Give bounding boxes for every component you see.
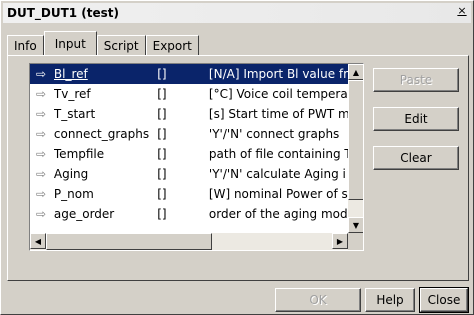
parameter-unit: [] — [157, 107, 167, 121]
parameter-unit: [] — [157, 127, 167, 141]
parameter-description: [N/A] Import Bl value fr — [208, 67, 348, 81]
parameter-unit: [] — [157, 87, 167, 101]
list-item[interactable]: ⇨ Bl_ref [] [N/A] Import Bl value fr — [30, 64, 348, 84]
parameter-name: Aging — [53, 167, 89, 181]
arrow-right-icon: ⇨ — [36, 107, 47, 121]
arrow-right-icon: ⇨ — [36, 207, 47, 221]
parameter-description: [°C] Voice coil temperat — [208, 87, 348, 101]
list-rows: ⇨ Bl_ref [] [N/A] Import Bl value fr ⇨ Tv_ref… — [30, 64, 348, 233]
list-item[interactable]: ⇨ P_nom [] [W] nominal Power of s — [30, 184, 348, 204]
parameter-name: connect_graphs — [53, 127, 150, 141]
arrow-right-icon: ⇨ — [36, 127, 47, 141]
parameter-name: age_order — [53, 207, 115, 221]
title-bar[interactable]: DUT_DUT1 (test) × — [3, 3, 471, 23]
arrow-right-icon: ⇨ — [36, 87, 47, 101]
parameter-unit: [] — [157, 167, 167, 181]
list-item[interactable]: ⇨ connect_graphs [] 'Y'/'N' connect graphs — [30, 124, 348, 144]
parameter-name: Tempfile — [53, 147, 105, 161]
parameter-name: P_nom — [53, 187, 94, 201]
parameter-description: path of file containing T — [208, 147, 348, 161]
scrollbar-corner — [348, 233, 363, 250]
window-title: DUT_DUT1 (test) — [7, 6, 120, 20]
parameter-name: Tv_ref — [53, 87, 91, 101]
list-item[interactable]: ⇨ Aging [] 'Y'/'N' calculate Aging i — [30, 164, 348, 184]
parameter-description: [s] Start time of PWT m — [208, 107, 348, 121]
tab-input[interactable]: Input — [43, 31, 97, 55]
parameter-description: order of the aging mode — [208, 207, 348, 221]
vertical-scrollbar[interactable]: ▲ ▼ — [348, 64, 363, 233]
list-item[interactable]: ⇨ Tempfile [] path of file containing T — [30, 144, 348, 164]
horizontal-scrollbar[interactable]: ◀ ▶ — [30, 233, 348, 250]
scroll-left-icon[interactable]: ◀ — [30, 233, 46, 249]
input-parameter-list[interactable]: ⇨ Bl_ref [] [N/A] Import Bl value fr ⇨ Tv_ref… — [29, 63, 364, 251]
clear-button[interactable]: Clear — [373, 146, 459, 170]
help-button[interactable]: Help — [365, 288, 415, 312]
arrow-right-icon: ⇨ — [36, 67, 47, 81]
tab-info[interactable]: Info — [7, 35, 44, 55]
parameter-name: Bl_ref — [53, 67, 88, 81]
vertical-scroll-thumb[interactable] — [348, 80, 363, 200]
ok-button[interactable]: OK — [275, 288, 361, 312]
scroll-right-icon[interactable]: ▶ — [332, 233, 348, 249]
parameter-unit: [] — [157, 207, 167, 221]
arrow-right-icon: ⇨ — [36, 147, 47, 161]
close-icon[interactable]: × — [455, 5, 469, 19]
parameter-unit: [] — [157, 67, 167, 81]
list-item[interactable]: ⇨ Tv_ref [] [°C] Voice coil temperat — [30, 84, 348, 104]
parameter-description: 'Y'/'N' connect graphs — [208, 127, 340, 141]
arrow-right-icon: ⇨ — [36, 187, 47, 201]
close-button[interactable]: Close — [419, 287, 469, 313]
parameter-description: 'Y'/'N' calculate Aging i — [208, 167, 346, 181]
tab-script[interactable]: Script — [96, 35, 146, 55]
paste-button[interactable]: Paste — [373, 68, 459, 92]
scroll-up-icon[interactable]: ▲ — [348, 64, 363, 80]
list-item[interactable]: ⇨ T_start [] [s] Start time of PWT m — [30, 104, 348, 124]
tab-export[interactable]: Export — [145, 35, 199, 55]
edit-button[interactable]: Edit — [373, 107, 459, 131]
parameter-unit: [] — [157, 147, 167, 161]
scroll-down-icon[interactable]: ▼ — [348, 217, 363, 233]
parameter-name: T_start — [53, 107, 96, 121]
dialog-window: DUT_DUT1 (test) × Info Input Script Expo… — [0, 0, 474, 315]
list-item[interactable]: ⇨ age_order [] order of the aging mode — [30, 204, 348, 224]
parameter-description: [W] nominal Power of s — [208, 187, 348, 201]
horizontal-scroll-thumb[interactable] — [46, 233, 212, 250]
arrow-right-icon: ⇨ — [36, 167, 47, 181]
tab-strip: Info Input Script Export — [7, 31, 199, 55]
parameter-unit: [] — [157, 187, 167, 201]
